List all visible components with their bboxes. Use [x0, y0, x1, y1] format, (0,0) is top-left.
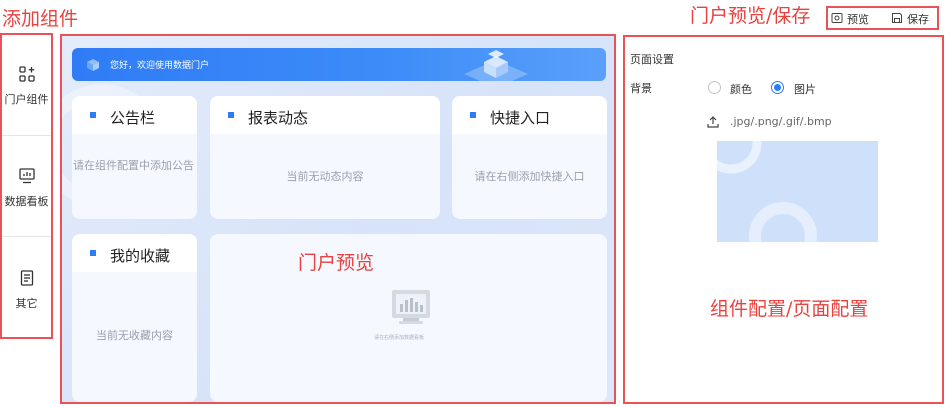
- background-image-radio[interactable]: [771, 81, 784, 94]
- document-icon: [18, 269, 36, 291]
- upload-format-hint: .jpg/.png/.gif/.bmp: [730, 115, 832, 128]
- palette-item-others[interactable]: 其它: [2, 269, 51, 311]
- palette-item-label: 数据看板: [4, 195, 49, 208]
- palette-divider: [2, 236, 51, 237]
- welcome-banner: 您好，欢迎使用数据门户: [72, 48, 606, 81]
- card-empty-text: 请在组件配置中添加公告: [73, 159, 194, 172]
- card-bullet: [90, 112, 96, 118]
- grid-plus-icon: [18, 65, 36, 87]
- palette-item-portal-components[interactable]: 门户组件: [2, 65, 51, 107]
- background-label: 背景: [630, 82, 652, 95]
- palette-item-dashboard[interactable]: 数据看板: [2, 167, 51, 209]
- bulletin-board-card[interactable]: 公告栏 请在组件配置中添加公告: [72, 96, 197, 219]
- card-bullet: [90, 250, 96, 256]
- dashboard-placeholder-illustration: [388, 284, 434, 334]
- background-color-option-label[interactable]: 颜色: [730, 81, 752, 97]
- isometric-server-illustration: [456, 48, 536, 81]
- my-favorites-card[interactable]: 我的收藏 当前无收藏内容: [72, 234, 197, 402]
- palette-item-label: 其它: [15, 297, 38, 310]
- save-button-label: 保存: [907, 13, 929, 26]
- card-header: 快捷入口: [452, 96, 607, 134]
- card-empty-text: 当前无收藏内容: [96, 329, 173, 342]
- card-title: 公告栏: [110, 109, 156, 127]
- banner-welcome-text: 您好，欢迎使用数据门户: [110, 61, 210, 71]
- preview-icon: [831, 12, 847, 27]
- card-empty-text: 当前无动态内容: [286, 170, 364, 183]
- background-color-radio[interactable]: [708, 81, 721, 94]
- card-header: 报表动态: [210, 96, 440, 134]
- dashboard-placeholder-card[interactable]: 请在右侧添加数据看板: [210, 234, 607, 402]
- background-image-option-label[interactable]: 图片: [794, 81, 816, 97]
- card-header: 我的收藏: [72, 234, 197, 272]
- card-bullet: [470, 112, 476, 118]
- palette-divider: [2, 135, 51, 136]
- preview-button[interactable]: 预览: [831, 11, 869, 27]
- annotation-portal-preview-save: 门户预览/保存: [690, 5, 811, 27]
- preview-save-toolbar: 预览 保存: [826, 6, 939, 30]
- page-settings-title: 页面设置: [630, 53, 674, 66]
- card-empty-text: 请在右侧添加快捷入口: [474, 170, 585, 183]
- save-button[interactable]: 保存: [891, 11, 929, 27]
- card-bullet: [228, 112, 234, 118]
- annotation-portal-preview: 门户预览: [298, 252, 375, 274]
- card-title: 我的收藏: [110, 247, 171, 265]
- card-header: 公告栏: [72, 96, 197, 134]
- card-title: 快捷入口: [490, 109, 551, 127]
- component-palette: 门户组件 数据看板 其它: [0, 33, 53, 339]
- palette-item-label: 门户组件: [4, 93, 49, 106]
- preview-button-label: 预览: [847, 13, 869, 26]
- annotation-add-components: 添加组件: [2, 8, 79, 30]
- dashboard-placeholder-text: 请在右侧添加数据看板: [374, 335, 425, 341]
- quick-entry-card[interactable]: 快捷入口 请在右侧添加快捷入口: [452, 96, 607, 219]
- annotation-component-page-config: 组件配置/页面配置: [710, 298, 869, 320]
- upload-icon[interactable]: [706, 114, 720, 133]
- cube-icon: [86, 57, 100, 76]
- portal-preview-canvas: 您好，欢迎使用数据门户 公告栏 请在组件配置中添加公告 报表动态 当前无动态内容: [60, 34, 616, 404]
- settings-panel: 页面设置 背景 颜色 图片 .jpg/.png/.gif/.bmp 组件配置/页…: [623, 35, 944, 404]
- background-image-preview[interactable]: [717, 141, 878, 242]
- report-activity-card[interactable]: 报表动态 当前无动态内容: [210, 96, 440, 219]
- card-title: 报表动态: [248, 109, 309, 127]
- monitor-chart-icon: [18, 167, 36, 189]
- save-icon: [891, 12, 907, 27]
